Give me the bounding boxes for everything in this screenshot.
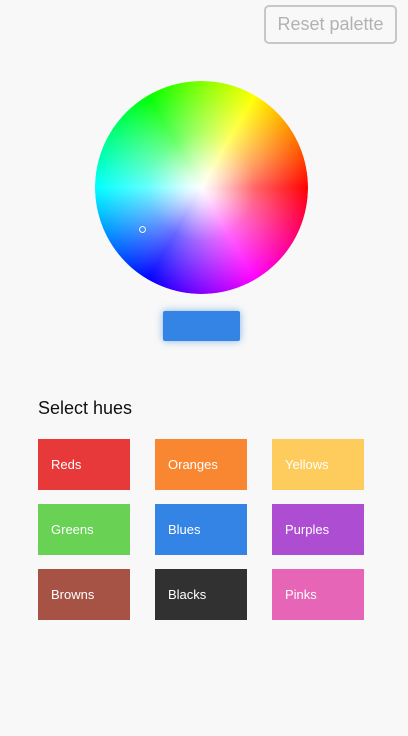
hue-tile-label: Oranges [168, 457, 218, 472]
hue-tile-reds[interactable]: Reds [38, 439, 130, 490]
hue-tile-label: Greens [51, 522, 94, 537]
hue-tile-label: Blues [168, 522, 201, 537]
select-hues-heading: Select hues [38, 398, 133, 418]
hue-tile-purples[interactable]: Purples [272, 504, 364, 555]
hue-tile-pinks[interactable]: Pinks [272, 569, 364, 620]
color-wheel-selector-handle[interactable] [139, 226, 146, 233]
hue-tile-oranges[interactable]: Oranges [155, 439, 247, 490]
hue-tile-browns[interactable]: Browns [38, 569, 130, 620]
reset-palette-button[interactable]: Reset palette [264, 5, 397, 44]
color-wheel[interactable] [95, 81, 308, 294]
hue-tile-blacks[interactable]: Blacks [155, 569, 247, 620]
selected-color-swatch [163, 311, 240, 341]
hue-tile-yellows[interactable]: Yellows [272, 439, 364, 490]
hue-tile-label: Yellows [285, 457, 329, 472]
hue-tile-greens[interactable]: Greens [38, 504, 130, 555]
hue-tile-label: Purples [285, 522, 330, 537]
hue-tile-label: Reds [51, 457, 82, 472]
color-wheel-saturation [95, 81, 308, 294]
hue-grid: Reds Oranges Yellows Greens Blues Purples Brow… [38, 439, 364, 620]
hue-tile-blues[interactable]: Blues [155, 504, 247, 555]
hue-tile-label: Blacks [168, 587, 207, 602]
hue-tile-label: Pinks [285, 587, 317, 602]
hue-tile-label: Browns [51, 587, 95, 602]
